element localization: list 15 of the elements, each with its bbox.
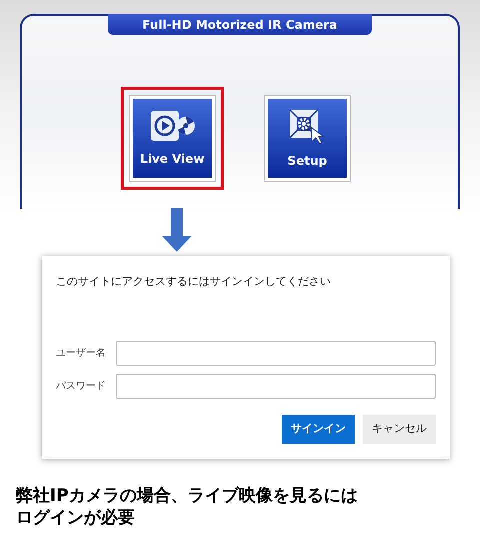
video-play-icon: [150, 110, 196, 142]
input-field[interactable]: [116, 340, 436, 366]
dialog-title: このサイトにアクセスするにはサインインしてください: [56, 274, 332, 290]
cancel-button[interactable]: キャンセル: [363, 414, 436, 444]
gear-cursor-icon: [288, 108, 328, 144]
tile-button[interactable]: Live View: [130, 96, 215, 181]
sign-in-button[interactable]: サインイン: [282, 414, 355, 444]
camera-title: Full-HD Motorized IR Camera: [108, 14, 372, 35]
tile-button[interactable]: Setup: [265, 96, 350, 181]
caption-line: 弊社IPカメラの場合、ライブ映像を見るには: [16, 485, 359, 507]
field-label: ユーザー名: [56, 346, 107, 360]
caption-line: ログインが必要: [16, 507, 136, 529]
input-field[interactable]: [116, 374, 436, 398]
field-label: パスワード: [56, 380, 107, 394]
down-arrow-icon: [162, 208, 192, 252]
